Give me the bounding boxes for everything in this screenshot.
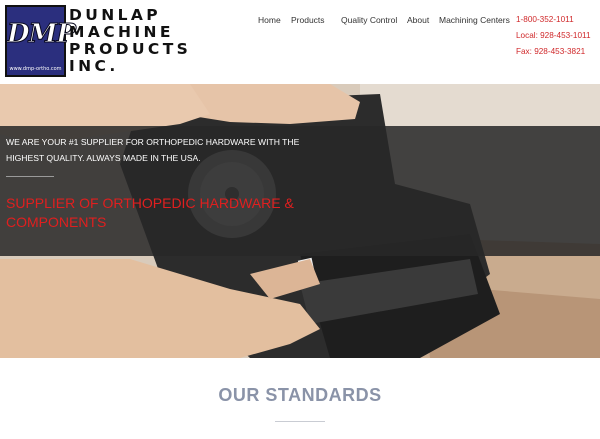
- hero-headline: SUPPLIER OF ORTHOPEDIC HARDWARE & COMPON…: [6, 195, 294, 230]
- nav-item-machining-centers[interactable]: Machining Centers: [439, 15, 510, 25]
- fax-number: Fax: 928-453-3821: [516, 47, 586, 56]
- hero-tagline: WE ARE YOUR #1 SUPPLIER FOR ORTHOPEDIC H…: [6, 137, 300, 163]
- hero-banner: WE ARE YOUR #1 SUPPLIER FOR ORTHOPEDIC H…: [0, 84, 600, 358]
- nav-item-products[interactable]: Products: [291, 15, 325, 25]
- hero-text-panel: WE ARE YOUR #1 SUPPLIER FOR ORTHOPEDIC H…: [0, 126, 600, 256]
- logo-wordmark-line: MACHINE: [69, 23, 174, 41]
- phone-toll-free-link[interactable]: 1-800-352-1011: [516, 15, 600, 25]
- logo-badge: DMP www.dmp-ortho.com: [5, 5, 77, 77]
- logo-wordmark-line: DUNLAP: [69, 6, 162, 24]
- hero-divider: [6, 176, 54, 177]
- contact-info: 1-800-352-1011 Local: 928-453-1011 Fax: …: [516, 15, 600, 63]
- standards-section: OUR STANDARDS: [0, 358, 600, 439]
- site-logo[interactable]: DMP www.dmp-ortho.com DUNLAP MACHINE PRO…: [5, 5, 227, 79]
- logo-badge-url: www.dmp-ortho.com: [9, 66, 62, 72]
- logo-wordmark-line: PRODUCTS: [69, 40, 192, 58]
- nav-item-quality-control[interactable]: Quality Control: [341, 15, 397, 25]
- site-header: DMP www.dmp-ortho.com DUNLAP MACHINE PRO…: [0, 0, 600, 84]
- nav-item-about[interactable]: About: [407, 15, 429, 25]
- phone-local-link[interactable]: Local: 928-453-1011: [516, 31, 600, 41]
- logo-wordmark: DUNLAP MACHINE PRODUCTS INC.: [69, 7, 191, 75]
- logo-badge-text: DMP: [7, 19, 77, 49]
- logo-wordmark-line: INC.: [69, 57, 119, 75]
- section-title: OUR STANDARDS: [218, 385, 382, 405]
- section-divider: [275, 421, 325, 422]
- nav-item-home[interactable]: Home: [258, 15, 281, 25]
